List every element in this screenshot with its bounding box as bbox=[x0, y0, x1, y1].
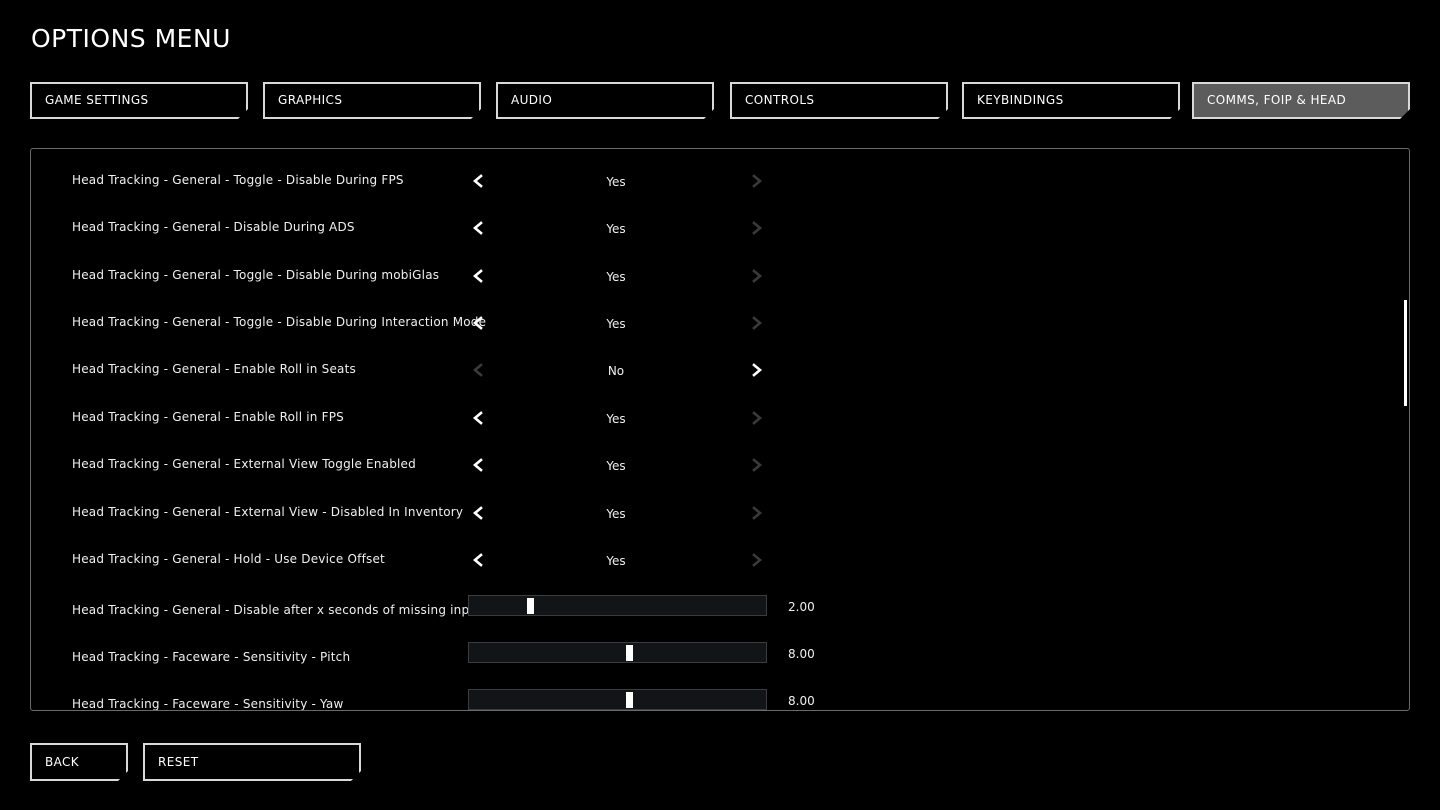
slider-label: Head Tracking - Faceware - Sensitivity -… bbox=[72, 650, 351, 664]
page-title: OPTIONS MENU bbox=[31, 24, 231, 53]
settings-panel[interactable]: Head Tracking - General - Toggle - Disab… bbox=[30, 148, 1410, 711]
chevron-right-icon[interactable] bbox=[750, 363, 764, 377]
setting-value: Yes bbox=[606, 175, 626, 189]
chevron-left-icon[interactable] bbox=[471, 506, 485, 520]
chevron-right-icon[interactable] bbox=[750, 269, 764, 283]
chevron-left-icon[interactable] bbox=[471, 269, 485, 283]
setting-label: Head Tracking - General - Disable During… bbox=[72, 220, 355, 234]
setting-row: Head Tracking - General - External View … bbox=[31, 457, 1331, 497]
chevron-left-icon[interactable] bbox=[471, 316, 485, 330]
setting-value: Yes bbox=[606, 412, 626, 426]
slider-row: Head Tracking - General - Disable after … bbox=[31, 595, 1331, 643]
setting-label: Head Tracking - General - Toggle - Disab… bbox=[72, 173, 404, 187]
slider-label: Head Tracking - General - Disable after … bbox=[72, 603, 483, 617]
setting-row: Head Tracking - General - Toggle - Disab… bbox=[31, 268, 1331, 308]
chevron-right-icon[interactable] bbox=[750, 411, 764, 425]
chevron-left-icon[interactable] bbox=[471, 458, 485, 472]
chevron-right-icon[interactable] bbox=[750, 316, 764, 330]
slider-track[interactable] bbox=[468, 595, 767, 616]
tab-audio[interactable]: AUDIO bbox=[496, 82, 714, 119]
setting-value: Yes bbox=[606, 459, 626, 473]
setting-label: Head Tracking - General - External View … bbox=[72, 457, 416, 471]
slider-thumb[interactable] bbox=[527, 598, 534, 614]
scrollbar[interactable] bbox=[1404, 300, 1407, 406]
setting-value: Yes bbox=[606, 554, 626, 568]
setting-label: Head Tracking - General - Toggle - Disab… bbox=[72, 268, 440, 282]
slider-value: 8.00 bbox=[788, 647, 815, 661]
setting-row: Head Tracking - General - Toggle - Disab… bbox=[31, 315, 1331, 355]
setting-row: Head Tracking - General - Toggle - Disab… bbox=[31, 173, 1331, 213]
setting-value: Yes bbox=[606, 507, 626, 521]
setting-label: Head Tracking - General - Hold - Use Dev… bbox=[72, 552, 385, 566]
tab-game-settings[interactable]: GAME SETTINGS bbox=[30, 82, 248, 119]
setting-label: Head Tracking - General - Enable Roll in… bbox=[72, 362, 356, 376]
chevron-right-icon[interactable] bbox=[750, 506, 764, 520]
slider-label: Head Tracking - Faceware - Sensitivity -… bbox=[72, 697, 344, 711]
chevron-left-icon[interactable] bbox=[471, 553, 485, 567]
setting-label: Head Tracking - General - Enable Roll in… bbox=[72, 410, 344, 424]
setting-value: Yes bbox=[606, 270, 626, 284]
slider-thumb[interactable] bbox=[626, 692, 633, 708]
back-button[interactable]: BACK bbox=[30, 743, 128, 781]
setting-label: Head Tracking - General - Toggle - Disab… bbox=[72, 315, 487, 329]
setting-row: Head Tracking - General - Hold - Use Dev… bbox=[31, 552, 1331, 592]
slider-row: Head Tracking - Faceware - Sensitivity -… bbox=[31, 689, 1331, 711]
setting-row: Head Tracking - General - External View … bbox=[31, 505, 1331, 545]
setting-row: Head Tracking - General - Enable Roll in… bbox=[31, 362, 1331, 402]
chevron-right-icon[interactable] bbox=[750, 221, 764, 235]
tab-bar: GAME SETTINGS GRAPHICS AUDIO CONTROLS KE… bbox=[30, 82, 1410, 119]
slider-value: 2.00 bbox=[788, 600, 815, 614]
chevron-left-icon[interactable] bbox=[471, 174, 485, 188]
setting-row: Head Tracking - General - Disable During… bbox=[31, 220, 1331, 260]
chevron-left-icon[interactable] bbox=[471, 221, 485, 235]
tab-controls[interactable]: CONTROLS bbox=[730, 82, 948, 119]
slider-track[interactable] bbox=[468, 642, 767, 663]
chevron-left-icon[interactable] bbox=[471, 363, 485, 377]
slider-value: 8.00 bbox=[788, 694, 815, 708]
setting-value: Yes bbox=[606, 317, 626, 331]
chevron-left-icon[interactable] bbox=[471, 411, 485, 425]
tab-comms-foip-head-tracking[interactable]: COMMS, FOIP & HEAD TRACKING bbox=[1192, 82, 1410, 119]
chevron-right-icon[interactable] bbox=[750, 458, 764, 472]
chevron-right-icon[interactable] bbox=[750, 553, 764, 567]
setting-value: No bbox=[607, 364, 625, 378]
slider-row: Head Tracking - Faceware - Sensitivity -… bbox=[31, 642, 1331, 690]
setting-value: Yes bbox=[606, 222, 626, 236]
tab-keybindings[interactable]: KEYBINDINGS bbox=[962, 82, 1180, 119]
tab-graphics[interactable]: GRAPHICS bbox=[263, 82, 481, 119]
setting-row: Head Tracking - General - Enable Roll in… bbox=[31, 410, 1331, 450]
slider-thumb[interactable] bbox=[626, 645, 633, 661]
slider-track[interactable] bbox=[468, 689, 767, 710]
setting-label: Head Tracking - General - External View … bbox=[72, 505, 464, 519]
chevron-right-icon[interactable] bbox=[750, 174, 764, 188]
reset-button[interactable]: RESET bbox=[143, 743, 361, 781]
